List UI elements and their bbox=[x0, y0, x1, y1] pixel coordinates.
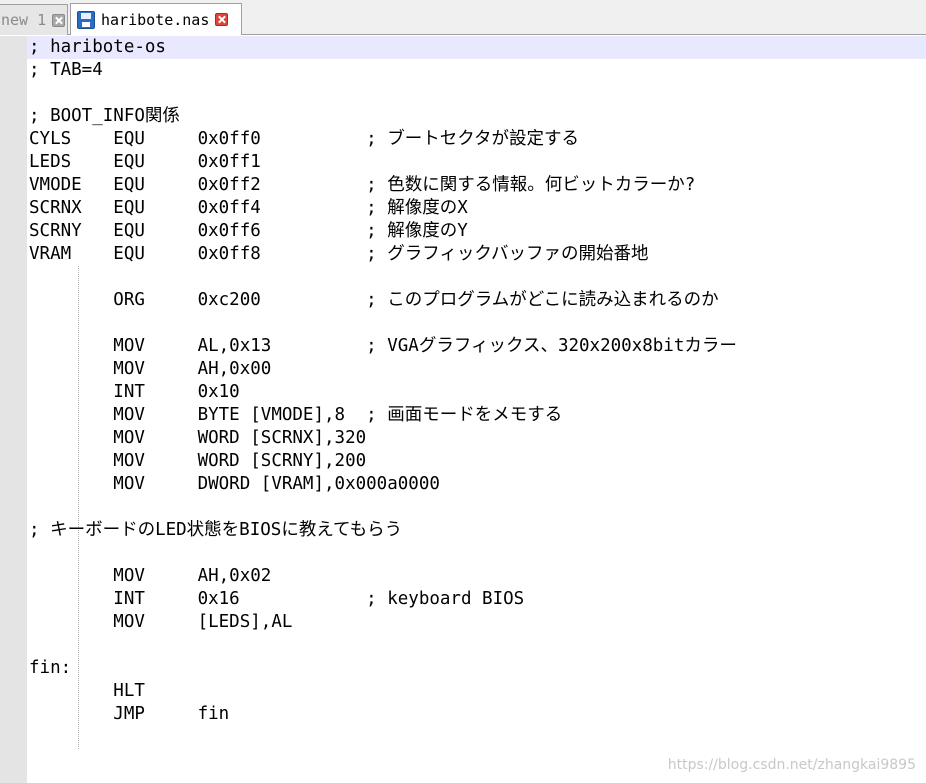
code-line[interactable]: VMODE EQU 0x0ff2 ; 色数に関する情報。何ビットカラーか? bbox=[29, 174, 695, 197]
code-line[interactable]: INT 0x16 ; keyboard BIOS bbox=[29, 588, 524, 611]
code-line[interactable]: ORG 0xc200 ; このプログラムがどこに読み込まれるのか bbox=[29, 289, 718, 312]
code-line[interactable]: ; haribote-os bbox=[29, 36, 166, 59]
code-line[interactable]: MOV AL,0x13 ; VGAグラフィックス、320x200x8bitカラー bbox=[29, 335, 737, 358]
notepad-window: new 1 haribote.nas 123456789012345678901… bbox=[0, 0, 926, 783]
code-line[interactable]: CYLS EQU 0x0ff0 ; ブートセクタが設定する bbox=[29, 128, 579, 151]
line-number-gutter: 1234567890123456789012345678901 bbox=[0, 36, 27, 783]
code-line[interactable]: MOV BYTE [VMODE],8 ; 画面モードをメモする bbox=[29, 404, 562, 427]
code-line[interactable]: MOV AH,0x02 bbox=[29, 565, 271, 588]
code-line[interactable]: MOV DWORD [VRAM],0x000a0000 bbox=[29, 473, 440, 496]
close-icon[interactable] bbox=[52, 13, 66, 27]
code-line[interactable]: SCRNX EQU 0x0ff4 ; 解像度のX bbox=[29, 197, 468, 220]
code-line[interactable]: MOV [LEDS],AL bbox=[29, 611, 292, 634]
tab-haribote-nas[interactable]: haribote.nas bbox=[70, 3, 242, 35]
code-line[interactable]: ; キーボードのLED状態をBIOSに教えてもらう bbox=[29, 519, 402, 542]
code-line[interactable]: MOV WORD [SCRNY],200 bbox=[29, 450, 366, 473]
code-line[interactable]: LEDS EQU 0x0ff1 bbox=[29, 151, 261, 174]
code-line[interactable]: ; BOOT_INFO関係 bbox=[29, 105, 180, 128]
tab-label: haribote.nas bbox=[101, 10, 210, 29]
watermark: https://blog.csdn.net/zhangkai9895 bbox=[667, 757, 916, 773]
code-line[interactable]: JMP fin bbox=[29, 703, 229, 726]
code-line[interactable]: MOV AH,0x00 bbox=[29, 358, 271, 381]
tab-bar: new 1 haribote.nas bbox=[0, 0, 926, 35]
save-icon bbox=[77, 10, 95, 29]
code-line[interactable]: MOV WORD [SCRNX],320 bbox=[29, 427, 366, 450]
tab-label: new 1 bbox=[1, 11, 47, 29]
code-line[interactable]: ; TAB=4 bbox=[29, 59, 103, 82]
tab-new-1[interactable]: new 1 bbox=[0, 4, 68, 35]
code-line[interactable]: INT 0x10 bbox=[29, 381, 239, 404]
code-line[interactable]: fin: bbox=[29, 657, 71, 680]
code-line[interactable]: SCRNY EQU 0x0ff6 ; 解像度のY bbox=[29, 220, 468, 243]
code-line[interactable]: HLT bbox=[29, 680, 145, 703]
close-icon[interactable] bbox=[215, 13, 229, 26]
code-editor[interactable]: ; haribote-os; TAB=4 ; BOOT_INFO関係 CYLS EQ… bbox=[27, 36, 926, 783]
line-numbers: 1234567890123456789012345678901 bbox=[0, 36, 6, 783]
code-line[interactable]: VRAM EQU 0x0ff8 ; グラフィックバッファの開始番地 bbox=[29, 243, 649, 266]
